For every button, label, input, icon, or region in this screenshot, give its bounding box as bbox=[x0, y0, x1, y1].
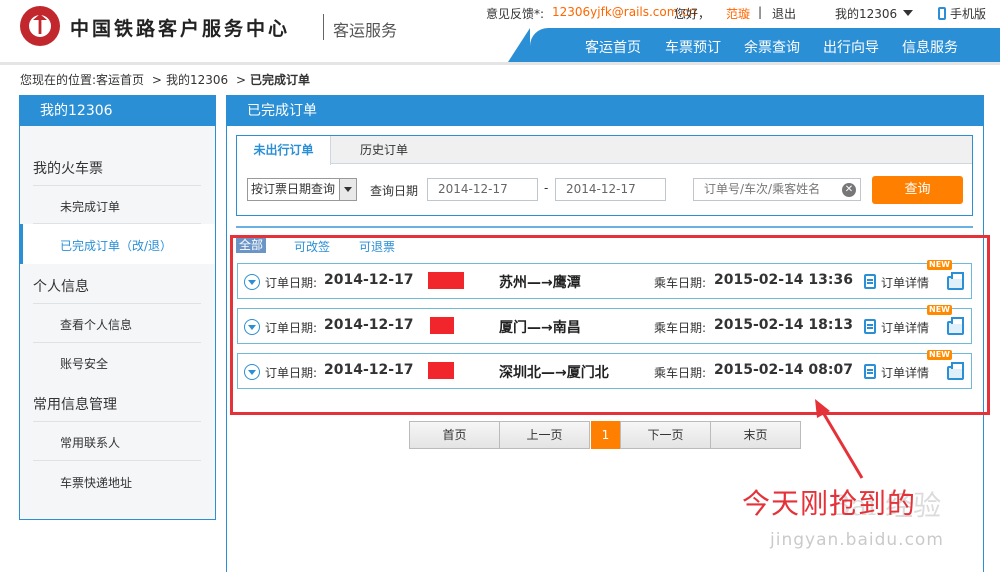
sidebar-item-account-security[interactable]: 账号安全 bbox=[60, 355, 108, 372]
top-bar: 意见反馈*: 12306yjfk@rails.com.cn 您好， 范璇 | 退… bbox=[486, 5, 1000, 21]
query-type-select[interactable]: 按订票日期查询 bbox=[247, 178, 357, 201]
next-page-button[interactable]: 下一页 bbox=[620, 421, 711, 449]
site-subtitle: 客运服务 bbox=[333, 21, 398, 40]
breadcrumb-my12306[interactable]: 我的12306 bbox=[166, 73, 228, 87]
nav-item-ticket-query[interactable]: 余票查询 bbox=[744, 37, 800, 57]
nav-item-booking[interactable]: 车票预订 bbox=[665, 37, 721, 57]
watermark-url: jingyan.baidu.com bbox=[770, 530, 944, 550]
nav-item-info-service[interactable]: 信息服务 bbox=[902, 37, 958, 57]
nav-item-travel-guide[interactable]: 出行向导 bbox=[823, 37, 879, 57]
prev-page-button[interactable]: 上一页 bbox=[499, 421, 590, 449]
last-page-button[interactable]: 末页 bbox=[710, 421, 801, 449]
sidebar-item-contacts[interactable]: 常用联系人 bbox=[60, 434, 120, 451]
first-page-button[interactable]: 首页 bbox=[409, 421, 500, 449]
sidebar-group-personal-info: 个人信息 bbox=[33, 279, 89, 295]
main-nav: 客运首页 车票预订 余票查询 出行向导 信息服务 bbox=[508, 28, 1000, 62]
query-type-value: 按订票日期查询 bbox=[251, 182, 336, 196]
breadcrumb-home[interactable]: 客运首页 bbox=[96, 73, 144, 87]
sidebar-item-view-profile[interactable]: 查看个人信息 bbox=[60, 316, 132, 333]
annotation-text: 今天刚抢到的 bbox=[742, 487, 917, 520]
page-title: 已完成订单 bbox=[227, 96, 983, 126]
sidebar-divider bbox=[33, 421, 201, 422]
dropdown-arrow-icon bbox=[339, 179, 356, 200]
sidebar-item-completed-orders[interactable]: 已完成订单（改/退） bbox=[60, 237, 172, 254]
sidebar-title: 我的12306 bbox=[20, 96, 215, 126]
breadcrumb-sep: > bbox=[151, 73, 162, 87]
my12306-label: 我的12306 bbox=[835, 7, 898, 21]
header-shadow bbox=[0, 62, 1000, 65]
sidebar-divider bbox=[33, 303, 201, 304]
sidebar-item-delivery-address[interactable]: 车票快递地址 bbox=[60, 474, 132, 491]
mobile-phone-icon bbox=[938, 7, 946, 20]
greeting: 您好， bbox=[674, 7, 711, 21]
search-panel: 未出行订单 历史订单 按订票日期查询 查询日期 2014-12-17 - 201… bbox=[236, 135, 973, 216]
breadcrumb-prefix: 您现在的位置: bbox=[20, 73, 97, 87]
sidebar-group-tickets: 我的火车票 bbox=[33, 161, 103, 177]
sidebar: 我的12306 我的火车票 未完成订单 已完成订单（改/退） 个人信息 查看个人… bbox=[19, 95, 216, 520]
sidebar-group-common-info: 常用信息管理 bbox=[33, 397, 117, 413]
tab-upcoming-orders[interactable]: 未出行订单 bbox=[237, 136, 331, 165]
username-link[interactable]: 范璇 bbox=[726, 5, 750, 22]
sidebar-divider bbox=[33, 185, 201, 186]
breadcrumb-sep: > bbox=[235, 73, 247, 87]
date-to-input[interactable]: 2014-12-17 bbox=[555, 178, 666, 201]
clear-icon[interactable]: ✕ bbox=[842, 183, 856, 197]
order-tabs: 未出行订单 历史订单 bbox=[237, 136, 972, 165]
separator: | bbox=[758, 5, 763, 19]
nav-item-home[interactable]: 客运首页 bbox=[585, 37, 641, 57]
header: 中国铁路客户服务中心 客运服务 意见反馈*: 12306yjfk@rails.c… bbox=[0, 0, 1000, 64]
query-button[interactable]: 查询 bbox=[872, 176, 963, 204]
sidebar-item-unfinished-orders[interactable]: 未完成订单 bbox=[60, 198, 120, 215]
section-divider bbox=[236, 226, 973, 228]
date-from-input[interactable]: 2014-12-17 bbox=[427, 178, 538, 201]
date-label: 查询日期 bbox=[370, 184, 419, 198]
mobile-link[interactable]: 手机版 bbox=[938, 5, 986, 22]
tab-history-orders[interactable]: 历史订单 bbox=[337, 136, 431, 164]
chevron-down-icon bbox=[903, 10, 914, 16]
keyword-placeholder: 订单号/车次/乘客姓名 bbox=[704, 182, 821, 196]
breadcrumb: 您现在的位置:客运首页 > 我的12306 > 已完成订单 bbox=[20, 71, 310, 88]
date-dash: - bbox=[544, 181, 549, 195]
feedback-label: 意见反馈*: bbox=[486, 7, 545, 21]
logout-link[interactable]: 退出 bbox=[772, 5, 796, 22]
site-title[interactable]: 中国铁路客户服务中心 bbox=[70, 14, 290, 41]
mobile-label: 手机版 bbox=[950, 7, 987, 21]
sidebar-divider bbox=[33, 223, 201, 224]
highlight-frame bbox=[230, 235, 990, 415]
sidebar-divider bbox=[33, 460, 201, 461]
logo-divider bbox=[323, 14, 324, 40]
sidebar-divider bbox=[33, 342, 201, 343]
breadcrumb-current: 已完成订单 bbox=[250, 73, 311, 87]
my12306-menu[interactable]: 我的12306 bbox=[835, 5, 914, 22]
current-page[interactable]: 1 bbox=[591, 421, 620, 449]
keyword-search-input[interactable]: 订单号/车次/乘客姓名 ✕ bbox=[693, 178, 861, 201]
